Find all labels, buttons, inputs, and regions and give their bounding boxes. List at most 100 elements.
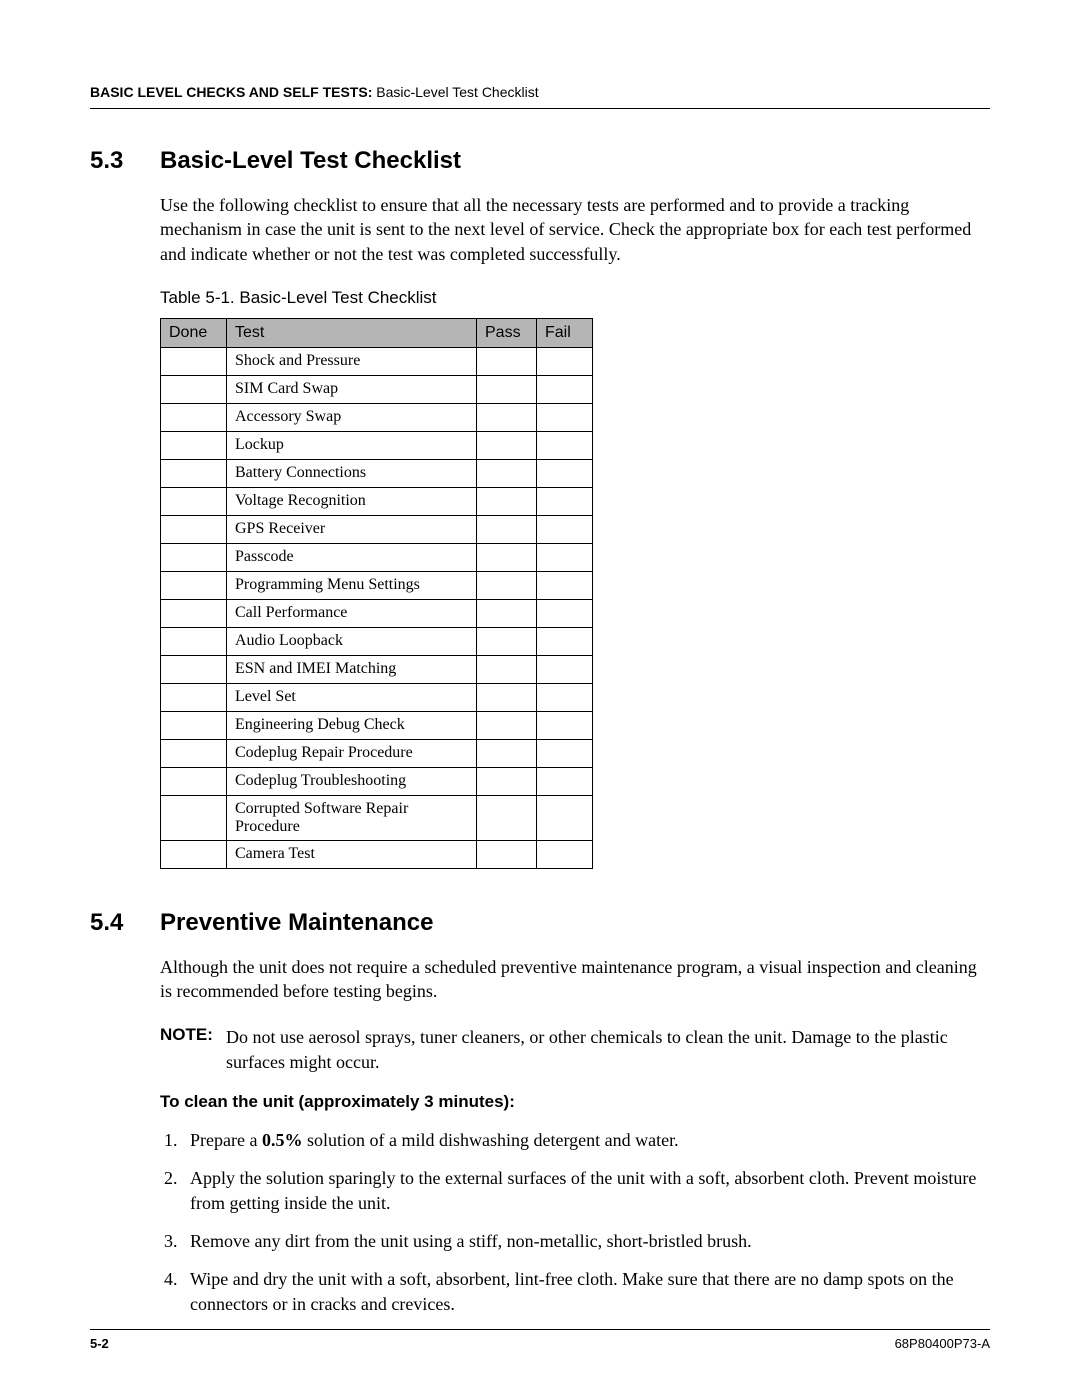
table-row: ESN and IMEI Matching	[161, 655, 593, 683]
table-row: SIM Card Swap	[161, 375, 593, 403]
table-row: Codeplug Troubleshooting	[161, 767, 593, 795]
table-row: Battery Connections	[161, 459, 593, 487]
step1-bold: 0.5%	[262, 1130, 303, 1150]
cell-test: Accessory Swap	[227, 403, 477, 431]
header-bold: BASIC LEVEL CHECKS AND SELF TESTS:	[90, 84, 372, 100]
cell-pass	[477, 515, 537, 543]
running-header: BASIC LEVEL CHECKS AND SELF TESTS: Basic…	[90, 84, 990, 108]
cell-fail	[537, 767, 593, 795]
col-header-done: Done	[161, 318, 227, 347]
cell-done	[161, 711, 227, 739]
table-row: Call Performance	[161, 599, 593, 627]
cell-pass	[477, 683, 537, 711]
cell-pass	[477, 403, 537, 431]
note: NOTE: Do not use aerosol sprays, tuner c…	[160, 1025, 990, 1074]
table-row: Corrupted Software Repair Procedure	[161, 795, 593, 840]
section-5-4-heading: 5.4 Preventive Maintenance	[90, 909, 990, 937]
cell-done	[161, 543, 227, 571]
cell-fail	[537, 515, 593, 543]
list-item: Wipe and dry the unit with a soft, absor…	[182, 1267, 990, 1316]
cell-test: SIM Card Swap	[227, 375, 477, 403]
cell-pass	[477, 739, 537, 767]
col-header-pass: Pass	[477, 318, 537, 347]
cell-test: Codeplug Repair Procedure	[227, 739, 477, 767]
cell-fail	[537, 683, 593, 711]
note-label: NOTE:	[160, 1025, 226, 1074]
table-row: Voltage Recognition	[161, 487, 593, 515]
section-title: Basic-Level Test Checklist	[160, 147, 461, 175]
clean-subhead: To clean the unit (approximately 3 minut…	[160, 1092, 990, 1112]
cell-test: Programming Menu Settings	[227, 571, 477, 599]
cell-done	[161, 403, 227, 431]
table-row: Codeplug Repair Procedure	[161, 739, 593, 767]
table-row: Passcode	[161, 543, 593, 571]
cell-fail	[537, 403, 593, 431]
section-number: 5.4	[90, 909, 160, 937]
cell-test: GPS Receiver	[227, 515, 477, 543]
footer-doc-id: 68P80400P73-A	[895, 1336, 990, 1351]
cell-fail	[537, 599, 593, 627]
cell-pass	[477, 599, 537, 627]
cell-done	[161, 487, 227, 515]
table-header-row: Done Test Pass Fail	[161, 318, 593, 347]
cell-test: Audio Loopback	[227, 627, 477, 655]
cell-pass	[477, 487, 537, 515]
cell-done	[161, 515, 227, 543]
cell-fail	[537, 459, 593, 487]
cell-test: Shock and Pressure	[227, 347, 477, 375]
col-header-fail: Fail	[537, 318, 593, 347]
step1-post: solution of a mild dishwashing detergent…	[302, 1130, 678, 1150]
cell-done	[161, 599, 227, 627]
cell-fail	[537, 347, 593, 375]
cell-fail	[537, 543, 593, 571]
note-text: Do not use aerosol sprays, tuner cleaner…	[226, 1025, 990, 1074]
cell-pass	[477, 711, 537, 739]
cell-done	[161, 431, 227, 459]
cell-test: Battery Connections	[227, 459, 477, 487]
cell-done	[161, 683, 227, 711]
cell-done	[161, 375, 227, 403]
cell-pass	[477, 459, 537, 487]
cell-test: Corrupted Software Repair Procedure	[227, 795, 477, 840]
cell-test: Camera Test	[227, 840, 477, 868]
cell-fail	[537, 739, 593, 767]
cell-fail	[537, 795, 593, 840]
table-row: Camera Test	[161, 840, 593, 868]
section-title: Preventive Maintenance	[160, 909, 433, 937]
page-footer: 5-2 68P80400P73-A	[90, 1329, 990, 1351]
cell-test: ESN and IMEI Matching	[227, 655, 477, 683]
cell-done	[161, 655, 227, 683]
cell-pass	[477, 543, 537, 571]
table-row: Audio Loopback	[161, 627, 593, 655]
list-item: Prepare a 0.5% solution of a mild dishwa…	[182, 1128, 990, 1152]
cell-fail	[537, 375, 593, 403]
table-row: Level Set	[161, 683, 593, 711]
cell-fail	[537, 627, 593, 655]
cell-fail	[537, 431, 593, 459]
cell-pass	[477, 655, 537, 683]
section-number: 5.3	[90, 147, 160, 175]
cell-test: Engineering Debug Check	[227, 711, 477, 739]
cell-done	[161, 767, 227, 795]
cell-done	[161, 795, 227, 840]
cell-done	[161, 347, 227, 375]
table-caption: Table 5-1. Basic-Level Test Checklist	[160, 288, 990, 308]
cell-test: Passcode	[227, 543, 477, 571]
cleaning-steps: Prepare a 0.5% solution of a mild dishwa…	[182, 1128, 990, 1316]
cell-pass	[477, 347, 537, 375]
cell-done	[161, 627, 227, 655]
section-5-3-heading: 5.3 Basic-Level Test Checklist	[90, 147, 990, 175]
table-row: Engineering Debug Check	[161, 711, 593, 739]
footer-rule	[90, 1329, 990, 1330]
cell-done	[161, 571, 227, 599]
cell-fail	[537, 840, 593, 868]
cell-done	[161, 840, 227, 868]
cell-done	[161, 459, 227, 487]
section-5-3-intro: Use the following checklist to ensure th…	[160, 193, 990, 266]
table-row: Lockup	[161, 431, 593, 459]
list-item: Remove any dirt from the unit using a st…	[182, 1229, 990, 1253]
cell-test: Codeplug Troubleshooting	[227, 767, 477, 795]
cell-test: Lockup	[227, 431, 477, 459]
cell-pass	[477, 767, 537, 795]
list-item: Apply the solution sparingly to the exte…	[182, 1166, 990, 1215]
